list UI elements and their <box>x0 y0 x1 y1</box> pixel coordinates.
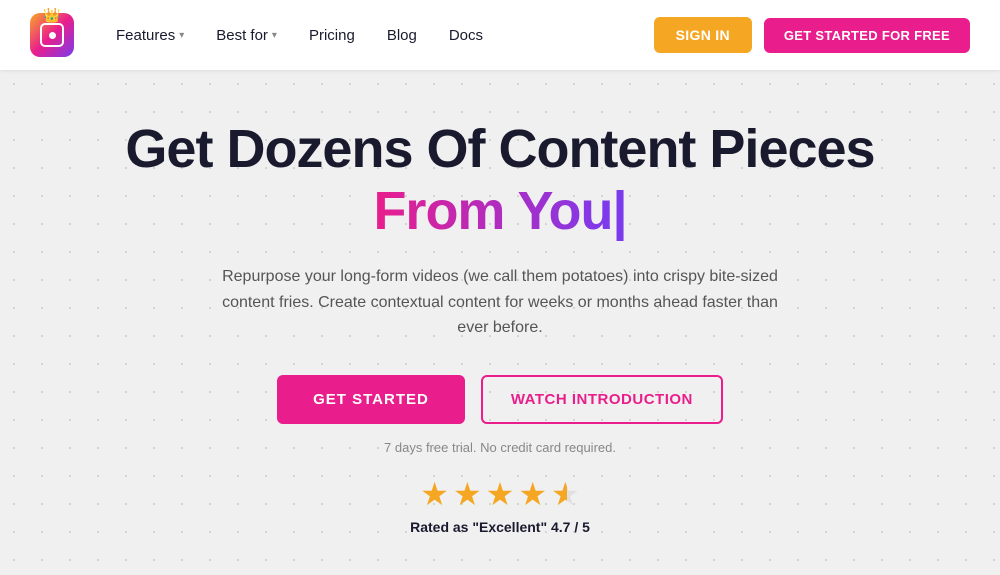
chevron-down-icon: ▾ <box>179 30 184 41</box>
star-5-half: ★ ★ <box>551 475 580 513</box>
logo-icon: 👑 <box>30 13 74 57</box>
hero-cursor: | <box>612 181 626 241</box>
trial-text: 7 days free trial. No credit card requir… <box>384 440 616 455</box>
nav-best-for[interactable]: Best for ▾ <box>204 19 289 52</box>
get-started-hero-button[interactable]: GET STARTED <box>277 375 465 424</box>
nav-blog[interactable]: Blog <box>375 19 429 52</box>
crown-icon: 👑 <box>43 7 60 24</box>
get-started-nav-button[interactable]: GET STARTED FOR FREE <box>764 18 970 53</box>
chevron-down-icon: ▾ <box>272 30 277 41</box>
nav-docs[interactable]: Docs <box>437 19 495 52</box>
hero-section: Get Dozens Of Content Pieces From You| R… <box>0 70 1000 575</box>
hero-cta-buttons: GET STARTED WATCH INTRODUCTION <box>277 375 723 424</box>
star-3: ★ <box>486 475 515 513</box>
rating-label: Rated as "Excellent" 4.7 / 5 <box>410 519 590 535</box>
star-rating: ★ ★ ★ ★ ★ ★ <box>420 475 579 513</box>
hero-title-gradient: From You <box>373 181 612 241</box>
star-4: ★ <box>518 475 547 513</box>
hero-subtitle: Repurpose your long-form videos (we call… <box>220 264 780 341</box>
nav-links: Features ▾ Best for ▾ Pricing Blog Docs <box>104 19 654 52</box>
nav-pricing[interactable]: Pricing <box>297 19 367 52</box>
signin-button[interactable]: SIGN IN <box>654 17 752 53</box>
nav-action-buttons: SIGN IN GET STARTED FOR FREE <box>654 17 970 53</box>
watch-intro-button[interactable]: WATCH INTRODUCTION <box>481 375 723 424</box>
navbar: 👑 Features ▾ Best for ▾ Pricing Blog Doc… <box>0 0 1000 70</box>
star-1: ★ <box>420 475 449 513</box>
star-2: ★ <box>453 475 482 513</box>
hero-title-line1: Get Dozens Of Content Pieces From You| <box>125 120 874 244</box>
rating-section: ★ ★ ★ ★ ★ ★ Rated as "Excellent" 4.7 / 5 <box>410 475 590 535</box>
logo[interactable]: 👑 <box>30 13 74 57</box>
nav-features[interactable]: Features ▾ <box>104 19 196 52</box>
